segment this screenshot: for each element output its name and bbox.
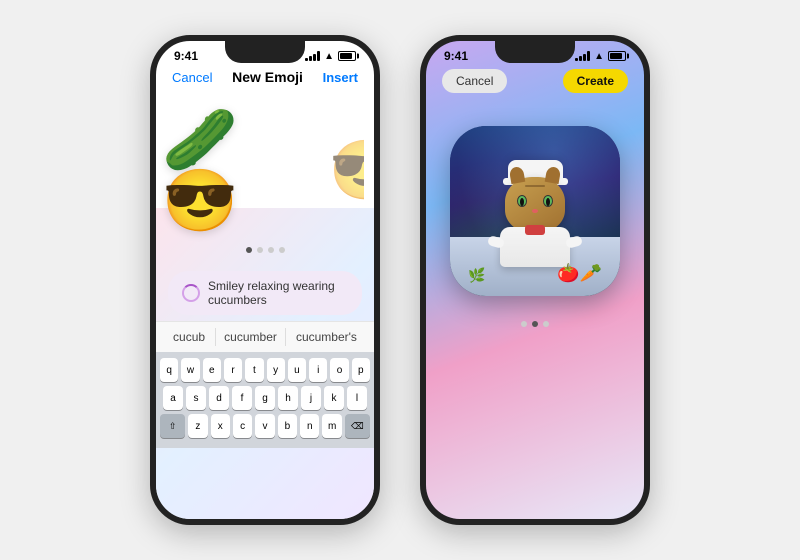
search-prompt-text: Smiley relaxing wearing cucumbers xyxy=(208,279,348,307)
key-l[interactable]: l xyxy=(347,386,367,410)
battery-icon-2 xyxy=(608,51,626,61)
status-bar-phone1: 9:41 ▲ xyxy=(156,41,374,65)
key-e[interactable]: e xyxy=(203,358,221,382)
nav-bar-phone2: Cancel Create xyxy=(426,65,644,101)
key-row-3: ⇧ z x c v b n m ⌫ xyxy=(160,414,370,438)
phone-1: 9:41 ▲ Cancel New Emoji Insert 🥒😎 😎 Smil… xyxy=(150,35,380,525)
status-icons-phone2: ▲ xyxy=(575,51,626,62)
key-q[interactable]: q xyxy=(160,358,178,382)
spinner-icon xyxy=(182,284,200,302)
dot-1 xyxy=(246,247,252,253)
key-m[interactable]: m xyxy=(322,414,341,438)
emoji-area: 🥒😎 😎 xyxy=(156,93,374,239)
app-icon: 🍅🥕 🌿 xyxy=(450,126,620,296)
dot-4 xyxy=(279,247,285,253)
wifi-icon-2: ▲ xyxy=(594,51,604,62)
key-h[interactable]: h xyxy=(278,386,298,410)
keyboard: q w e r t y u i o p a s d f g h j k l ⇧ … xyxy=(156,352,374,448)
key-d[interactable]: d xyxy=(209,386,229,410)
key-n[interactable]: n xyxy=(300,414,319,438)
signal-icon xyxy=(305,51,320,61)
key-c[interactable]: c xyxy=(233,414,252,438)
key-u[interactable]: u xyxy=(288,358,306,382)
dot-p2-3 xyxy=(543,321,549,327)
key-s[interactable]: s xyxy=(186,386,206,410)
page-dots-phone2 xyxy=(426,311,644,337)
signal-icon-2 xyxy=(575,51,590,61)
nav-title-phone1: New Emoji xyxy=(232,69,303,85)
status-icons-phone1: ▲ xyxy=(305,51,356,62)
cancel-button-phone1[interactable]: Cancel xyxy=(172,70,212,85)
key-p[interactable]: p xyxy=(352,358,370,382)
emoji-2-partial: 😎 xyxy=(329,137,364,205)
key-t[interactable]: t xyxy=(245,358,263,382)
key-x[interactable]: x xyxy=(211,414,230,438)
key-v[interactable]: v xyxy=(255,414,274,438)
key-row-2: a s d f g h j k l xyxy=(160,386,370,410)
autocomplete-word-1[interactable]: cucub xyxy=(165,328,213,346)
key-r[interactable]: r xyxy=(224,358,242,382)
search-prompt-area[interactable]: Smiley relaxing wearing cucumbers xyxy=(168,271,362,315)
battery-icon xyxy=(338,51,356,61)
emoji-1[interactable]: 🥒😎 xyxy=(162,110,312,232)
key-z[interactable]: z xyxy=(188,414,207,438)
phone-2: 9:41 ▲ Cancel Create xyxy=(420,35,650,525)
autocomplete-word-3[interactable]: cucumber's xyxy=(288,328,365,346)
autocomplete-word-2[interactable]: cucumber xyxy=(215,328,286,346)
time-phone2: 9:41 xyxy=(444,49,468,63)
autocomplete-bar: cucub cucumber cucumber's xyxy=(156,321,374,352)
key-o[interactable]: o xyxy=(330,358,348,382)
key-g[interactable]: g xyxy=(255,386,275,410)
status-bar-phone2: 9:41 ▲ xyxy=(426,41,644,65)
cancel-button-phone2[interactable]: Cancel xyxy=(442,69,507,93)
insert-button[interactable]: Insert xyxy=(323,70,358,85)
key-shift[interactable]: ⇧ xyxy=(160,414,185,438)
image-container: 🍅🥕 🌿 xyxy=(426,111,644,311)
wifi-icon: ▲ xyxy=(324,51,334,62)
time-phone1: 9:41 xyxy=(174,49,198,63)
cat-scene: 🍅🥕 🌿 xyxy=(450,126,620,296)
key-a[interactable]: a xyxy=(163,386,183,410)
nav-bar-phone1: Cancel New Emoji Insert xyxy=(156,65,374,93)
dot-p2-2 xyxy=(532,321,538,327)
key-k[interactable]: k xyxy=(324,386,344,410)
dot-p2-1 xyxy=(521,321,527,327)
key-w[interactable]: w xyxy=(181,358,199,382)
key-delete[interactable]: ⌫ xyxy=(345,414,370,438)
key-y[interactable]: y xyxy=(267,358,285,382)
key-i[interactable]: i xyxy=(309,358,327,382)
key-row-1: q w e r t y u i o p xyxy=(160,358,370,382)
key-f[interactable]: f xyxy=(232,386,252,410)
dot-3 xyxy=(268,247,274,253)
create-button[interactable]: Create xyxy=(563,69,628,93)
key-j[interactable]: j xyxy=(301,386,321,410)
page-dots-phone1 xyxy=(156,239,374,265)
key-b[interactable]: b xyxy=(278,414,297,438)
dot-2 xyxy=(257,247,263,253)
